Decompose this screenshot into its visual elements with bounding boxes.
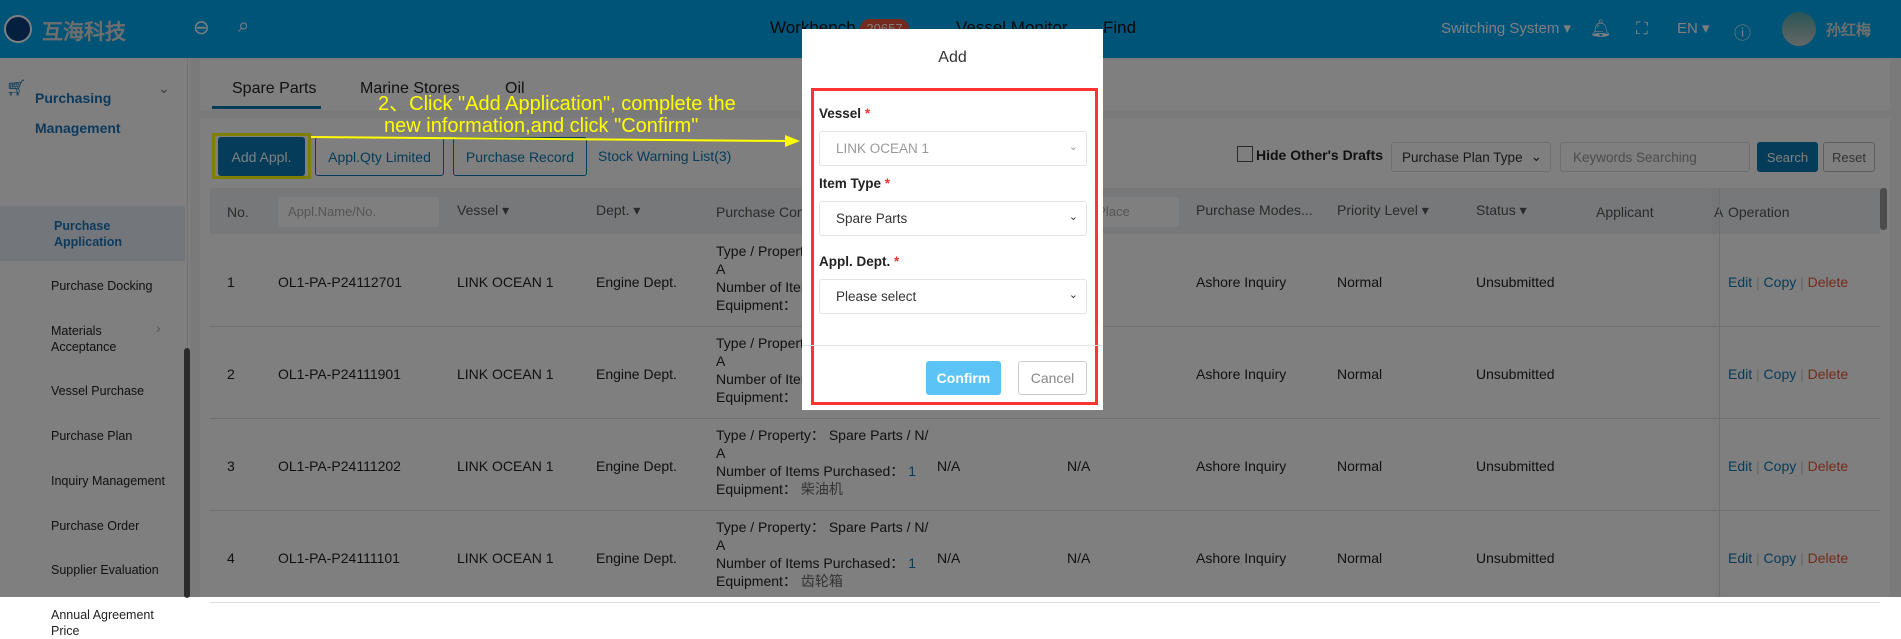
chevron-down-icon: ⌄ bbox=[1068, 289, 1078, 301]
chevron-down-icon: ⌄ bbox=[1068, 141, 1078, 153]
annotation-arrow bbox=[310, 135, 800, 147]
vessel-select[interactable]: LINK OCEAN 1 ⌄ bbox=[819, 131, 1087, 166]
appl-dept-select[interactable]: Please select ⌄ bbox=[819, 279, 1087, 314]
annotation-line-1: 2、Click "Add Application", complete the bbox=[378, 93, 736, 115]
item-type-select[interactable]: Spare Parts ⌄ bbox=[819, 201, 1087, 236]
item-type-label: Item Type * bbox=[819, 176, 891, 191]
confirm-button[interactable]: Confirm bbox=[926, 361, 1001, 395]
row-divider bbox=[210, 602, 1880, 603]
vessel-label: Vessel * bbox=[819, 106, 871, 121]
sidebar-item-annual-agreement-price[interactable]: Annual Agreement Price bbox=[51, 607, 161, 639]
add-dialog: Add Vessel * LINK OCEAN 1 ⌄ Item Type * S… bbox=[802, 29, 1103, 410]
appl-dept-label: Appl. Dept. * bbox=[819, 254, 900, 269]
cancel-button[interactable]: Cancel bbox=[1018, 361, 1087, 395]
dialog-divider bbox=[802, 345, 1103, 346]
dialog-title: Add bbox=[938, 49, 967, 66]
chevron-down-icon: ⌄ bbox=[1068, 211, 1078, 223]
